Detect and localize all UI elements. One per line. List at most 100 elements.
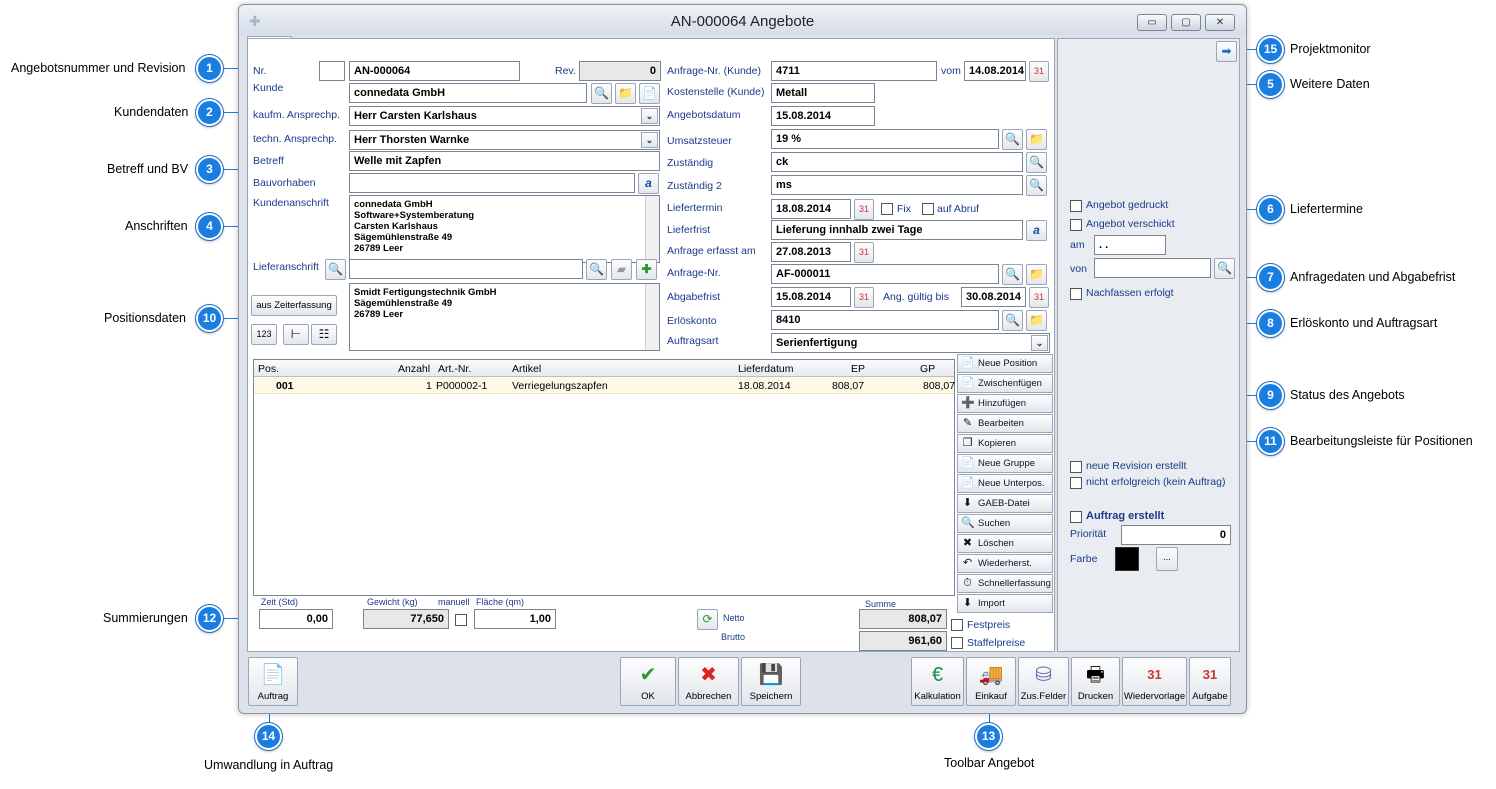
bauvorhaben-field[interactable] (349, 173, 635, 193)
calendar-icon[interactable]: 31 (854, 242, 874, 263)
table-row[interactable]: 001 1 P000002-1 Verriegelungszapfen 18.0… (254, 377, 955, 394)
rev-field[interactable]: 0 (579, 61, 661, 81)
nachfassen-checkbox[interactable] (1070, 288, 1082, 300)
abbrechen-button[interactable]: ✖ Abbrechen (678, 657, 739, 706)
nr-field[interactable]: AN-000064 (349, 61, 520, 81)
ok-button[interactable]: ✔ OK (620, 657, 676, 706)
arrow-right-icon[interactable]: ➡ (1216, 41, 1237, 62)
vom-date-field[interactable]: 14.08.2014 (964, 61, 1026, 81)
position-button-neueunterpos[interactable]: 📄 Neue Unterpos. (957, 474, 1053, 493)
chevron-down-icon[interactable]: ⌄ (1031, 335, 1048, 351)
netto-field[interactable]: 808,07 (859, 609, 947, 629)
drucken-button[interactable]: 🖶 Drucken (1071, 657, 1120, 706)
ust-field[interactable]: 19 % (771, 129, 999, 149)
manuell-checkbox[interactable] (455, 614, 467, 626)
erloes-folder-icon[interactable]: 📁 (1026, 310, 1047, 331)
flaeche-field[interactable]: 1,00 (474, 609, 556, 629)
nr-prefix-field[interactable] (319, 61, 345, 81)
zeit-field[interactable]: 0,00 (259, 609, 333, 629)
chevron-down-icon[interactable]: ⌄ (641, 108, 658, 124)
position-button-löschen[interactable]: ✖ Löschen (957, 534, 1053, 553)
text-style-icon[interactable]: a (1026, 220, 1047, 241)
anfrage-search-icon[interactable]: 🔍 (1002, 264, 1023, 285)
einkauf-button[interactable]: 🚚 Einkauf (966, 657, 1016, 706)
numbering-button[interactable]: 123 (251, 324, 277, 345)
liefer-add-icon[interactable]: ✚ (636, 259, 657, 280)
lieferfrist-field[interactable]: Lieferung innhalb zwei Tage (771, 220, 1023, 240)
auftrag-erstellt-checkbox[interactable] (1070, 511, 1082, 523)
verschickt-checkbox[interactable] (1070, 219, 1082, 231)
col-artikel[interactable]: Artikel (512, 363, 541, 375)
position-button-bearbeiten[interactable]: ✎ Bearbeiten (957, 414, 1053, 433)
auftrag-button[interactable]: 📄 Auftrag (248, 657, 298, 706)
angebotsdatum-field[interactable]: 15.08.2014 (771, 106, 875, 126)
liefer-folder-icon[interactable]: ▰ (611, 259, 632, 280)
kostenstelle-field[interactable]: Metall (771, 83, 875, 103)
maximize-button[interactable]: ▢ (1171, 14, 1201, 31)
position-button-kopieren[interactable]: ❐ Kopieren (957, 434, 1053, 453)
kunde-search-icon[interactable]: 🔍 (591, 83, 612, 104)
col-anzahl[interactable]: Anzahl (398, 363, 430, 375)
farbe-picker-button[interactable]: ... (1156, 547, 1178, 571)
col-artnr[interactable]: Art.-Nr. (438, 363, 471, 375)
col-gp[interactable]: GP (920, 363, 935, 375)
color-swatch[interactable] (1115, 547, 1139, 571)
prioritaet-field[interactable]: 0 (1121, 525, 1231, 545)
position-button-suchen[interactable]: 🔍 Suchen (957, 514, 1053, 533)
am-field[interactable]: . . (1094, 235, 1166, 255)
erfasst-field[interactable]: 27.08.2013 (771, 242, 851, 262)
liefer-search2-icon[interactable]: 🔍 (586, 259, 607, 280)
position-button-hinzufügen[interactable]: ➕ Hinzufügen (957, 394, 1053, 413)
list-icon[interactable]: ☷ (311, 324, 337, 345)
gewicht-field[interactable]: 77,650 (363, 609, 449, 629)
brutto-field[interactable]: 961,60 (859, 631, 947, 651)
abruf-checkbox[interactable] (922, 203, 934, 215)
kalkulation-button[interactable]: € Kalkulation (911, 657, 964, 706)
scrollbar[interactable] (645, 196, 659, 262)
zeiterfassung-button[interactable]: aus Zeiterfassung (251, 295, 337, 316)
gedruckt-checkbox[interactable] (1070, 200, 1082, 212)
zusfelder-button[interactable]: ⛁ Zus.Felder (1018, 657, 1069, 706)
nicht-erfolgreich-checkbox[interactable] (1070, 477, 1082, 489)
kunde-field[interactable]: connedata GmbH (349, 83, 587, 103)
calendar-icon[interactable]: 31 (854, 287, 874, 308)
position-button-neueposition[interactable]: 📄 Neue Position (957, 354, 1053, 373)
wiedervorlage-button[interactable]: 31 Wiedervorlage (1122, 657, 1187, 706)
betreff-field[interactable]: Welle mit Zapfen (349, 151, 660, 171)
zustaendig2-field[interactable]: ms (771, 175, 1023, 195)
zustaendig-search-icon[interactable]: 🔍 (1026, 152, 1047, 173)
von-search-icon[interactable]: 🔍 (1214, 258, 1235, 279)
position-button-neuegruppe[interactable]: 📄 Neue Gruppe (957, 454, 1053, 473)
refresh-icon[interactable]: ⟳ (697, 609, 718, 630)
liefer-search-icon[interactable]: 🔍 (325, 259, 346, 280)
lieferanschrift-field[interactable] (349, 259, 583, 279)
ust-search-icon[interactable]: 🔍 (1002, 129, 1023, 150)
kunde-document-icon[interactable]: 📄 (639, 83, 660, 104)
zustaendig-field[interactable]: ck (771, 152, 1023, 172)
techn-combo[interactable]: Herr Thorsten Warnke ⌄ (349, 130, 660, 150)
calendar-icon[interactable]: 31 (1029, 287, 1049, 308)
chevron-down-icon[interactable]: ⌄ (641, 132, 658, 148)
positions-grid[interactable]: Pos. Anzahl Art.-Nr. Artikel Lieferdatum… (253, 359, 955, 596)
von-field[interactable] (1094, 258, 1211, 278)
revision-checkbox[interactable] (1070, 461, 1082, 473)
position-button-zwischenfügen[interactable]: 📄 Zwischenfügen (957, 374, 1053, 393)
speichern-button[interactable]: 💾 Speichern (741, 657, 801, 706)
auftragsart-combo[interactable]: Serienfertigung ⌄ (771, 333, 1050, 353)
scrollbar[interactable] (645, 284, 659, 350)
anfrage-folder-icon[interactable]: 📁 (1026, 264, 1047, 285)
minimize-button[interactable]: ▭ (1137, 14, 1167, 31)
anfrage-nr-field[interactable]: AF-000011 (771, 264, 999, 284)
lieferanschrift-textarea[interactable]: Smidt Fertigungstechnik GmbH Sägemühlenst… (349, 283, 660, 351)
zustaendig2-search-icon[interactable]: 🔍 (1026, 175, 1047, 196)
gueltig-field[interactable]: 30.08.2014 (961, 287, 1026, 307)
col-lieferdatum[interactable]: Lieferdatum (738, 363, 793, 375)
staffel-checkbox[interactable] (951, 637, 963, 649)
aufgabe-button[interactable]: 31 Aufgabe (1189, 657, 1231, 706)
col-pos[interactable]: Pos. (258, 363, 279, 375)
position-button-wiederherst[interactable]: ↶ Wiederherst. (957, 554, 1053, 573)
position-button-gaebdatei[interactable]: ⬇ GAEB-Datei (957, 494, 1053, 513)
liefertermin-field[interactable]: 18.08.2014 (771, 199, 851, 219)
kaufm-combo[interactable]: Herr Carsten Karlshaus ⌄ (349, 106, 660, 126)
fix-checkbox[interactable] (881, 203, 893, 215)
